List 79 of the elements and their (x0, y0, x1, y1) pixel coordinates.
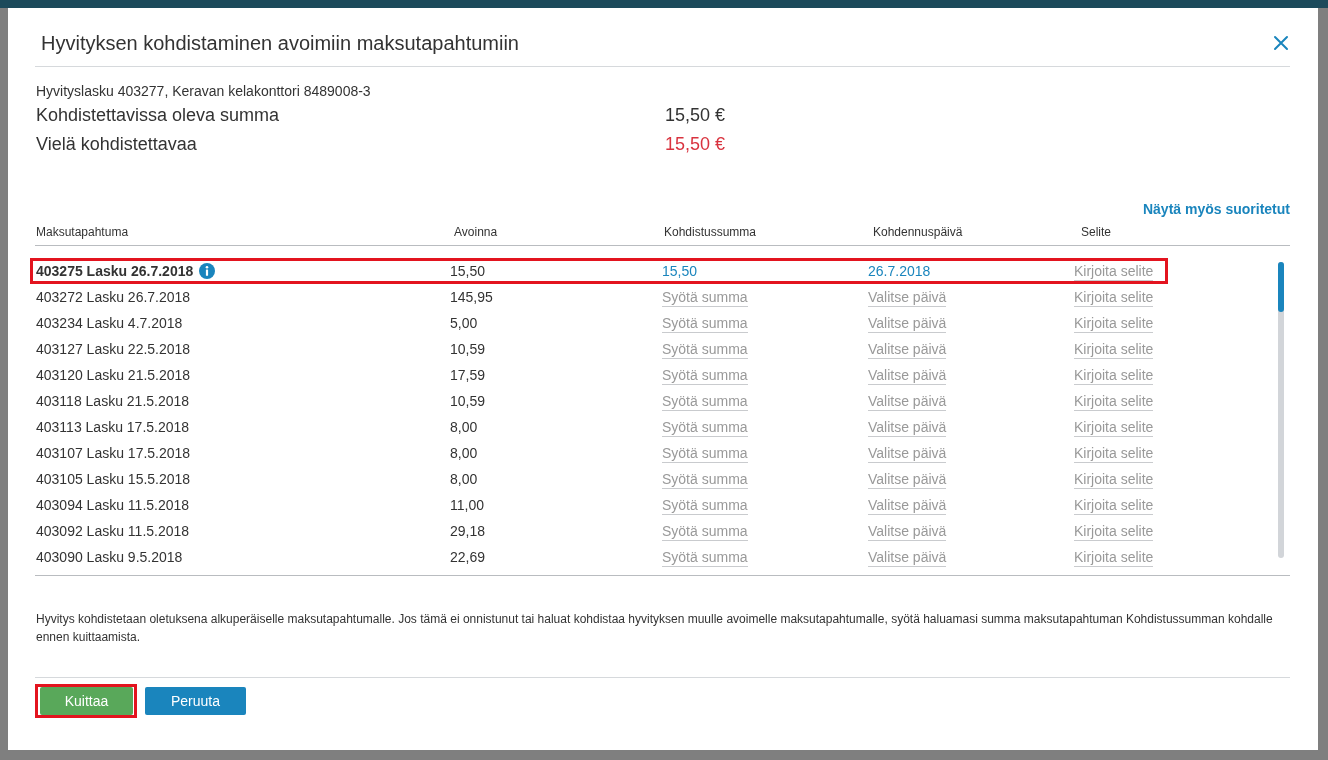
scrollbar-thumb[interactable] (1278, 262, 1284, 312)
column-header: Selite (1081, 224, 1113, 240)
amount-field[interactable]: Syötä summa (662, 340, 748, 359)
note-field[interactable]: Kirjoita selite (1074, 340, 1154, 359)
open-amount-cell-text: 8,00 (450, 470, 479, 488)
amount-field[interactable]: Syötä summa (662, 392, 748, 411)
column-header: Kohdennuspäivä (873, 224, 964, 240)
date-field[interactable]: Valitse päivä (868, 288, 947, 307)
transaction-cell: 403107 Lasku 17.5.2018 (36, 444, 191, 462)
invoice-info: Hyvityslasku 403277, Keravan kelakonttori 8489008-3 (35, 82, 372, 101)
date-field[interactable]: Valitse päivä (868, 444, 947, 463)
info-icon[interactable] (199, 263, 216, 279)
summary-label: Kohdistettavissa oleva summa (36, 104, 281, 127)
summary-label: Vielä kohdistettavaa (36, 133, 198, 156)
open-amount-cell-text: 10,59 (450, 392, 487, 410)
open-amount-cell-text: 11,00 (450, 496, 485, 514)
note-field[interactable]: Kirjoita selite (1074, 314, 1154, 333)
note-field[interactable]: Kirjoita selite (1074, 548, 1154, 567)
amount-field[interactable]: Syötä summa (662, 444, 748, 463)
transaction-cell: 403090 Lasku 9.5.2018 (36, 548, 183, 566)
date-field[interactable]: 26.7.2018 (868, 262, 931, 281)
transaction-cell: 403275 Lasku 26.7.2018 (36, 262, 194, 280)
column-header: Avoinna (454, 224, 499, 240)
open-amount-cell-text: 15,50 (450, 262, 487, 280)
close-button[interactable] (1272, 34, 1290, 52)
transaction-cell: 403118 Lasku 21.5.2018 (36, 392, 190, 410)
column-header: Kohdistussumma (664, 224, 758, 240)
open-amount-cell-text: 145,95 (450, 288, 494, 306)
amount-field[interactable]: 15,50 (662, 262, 698, 281)
amount-field[interactable]: Syötä summa (662, 366, 748, 385)
cancel-button[interactable]: Peruuta (145, 687, 246, 715)
summary-value: 15,50 € (665, 104, 727, 127)
amount-field[interactable]: Syötä summa (662, 418, 748, 437)
open-amount-cell-text: 5,00 (450, 314, 479, 332)
date-field[interactable]: Valitse päivä (868, 366, 947, 385)
note-field[interactable]: Kirjoita selite (1074, 418, 1154, 437)
date-field[interactable]: Valitse päivä (868, 548, 947, 567)
note-field[interactable]: Kirjoita selite (1074, 288, 1154, 307)
date-field[interactable]: Valitse päivä (868, 392, 947, 411)
show-completed-link[interactable]: Näytä myös suoritetut (1142, 199, 1290, 219)
dialog-title: Hyvityksen kohdistaminen avoimiin maksutapahtumiin (41, 31, 519, 56)
amount-field[interactable]: Syötä summa (662, 470, 748, 489)
amount-field[interactable]: Syötä summa (662, 288, 748, 307)
transaction-cell: 403272 Lasku 26.7.2018 (36, 288, 191, 306)
transaction-cell: 403092 Lasku 11.5.2018 (36, 522, 190, 540)
summary-value: 15,50 € (665, 133, 727, 156)
transaction-cell: 403234 Lasku 4.7.2018 (36, 314, 183, 332)
open-amount-cell-text: 10,59 (450, 340, 487, 358)
amount-field[interactable]: Syötä summa (662, 548, 748, 567)
open-amount-cell-text: 8,00 (450, 444, 479, 462)
transaction-cell: 403127 Lasku 22.5.2018 (36, 340, 191, 358)
help-text: Hyvitys kohdistetaan oletuksena alkuperäiselle maksutapahtumalle. Jos tämä ei onnistunut tai haluat kohdistaa hyvityksen muulle avoimelle maksutapahtumalle, syötä haluamasi summa maksutapahtuman Kohdistussumman kohdalle ennen kuittaamista. (36, 611, 1274, 646)
note-field[interactable]: Kirjoita selite (1074, 444, 1154, 463)
scrollbar[interactable] (1278, 262, 1284, 558)
transaction-cell: 403113 Lasku 17.5.2018 (36, 418, 190, 436)
confirm-button[interactable]: Kuittaa (40, 687, 133, 715)
note-field[interactable]: Kirjoita selite (1074, 262, 1154, 281)
transaction-cell: 403094 Lasku 11.5.2018 (36, 496, 190, 514)
note-field[interactable]: Kirjoita selite (1074, 392, 1154, 411)
amount-field[interactable]: Syötä summa (662, 496, 748, 515)
transaction-cell: 403105 Lasku 15.5.2018 (36, 470, 191, 488)
date-field[interactable]: Valitse päivä (868, 314, 947, 333)
column-header: Maksutapahtuma (36, 224, 130, 240)
date-field[interactable]: Valitse päivä (868, 470, 947, 489)
note-field[interactable]: Kirjoita selite (1074, 496, 1154, 515)
open-amount-cell-text: 17,59 (450, 366, 487, 384)
note-field[interactable]: Kirjoita selite (1074, 470, 1154, 489)
open-amount-cell-text: 29,18 (450, 522, 487, 540)
date-field[interactable]: Valitse päivä (868, 418, 947, 437)
note-field[interactable]: Kirjoita selite (1074, 366, 1154, 385)
date-field[interactable]: Valitse päivä (868, 496, 947, 515)
amount-field[interactable]: Syötä summa (662, 314, 748, 333)
open-amount-cell-text: 8,00 (450, 418, 479, 436)
date-field[interactable]: Valitse päivä (868, 522, 947, 541)
transaction-cell: 403120 Lasku 21.5.2018 (36, 366, 191, 384)
note-field[interactable]: Kirjoita selite (1074, 522, 1154, 541)
amount-field[interactable]: Syötä summa (662, 522, 748, 541)
open-amount-cell-text: 22,69 (450, 548, 487, 566)
date-field[interactable]: Valitse päivä (868, 340, 947, 359)
